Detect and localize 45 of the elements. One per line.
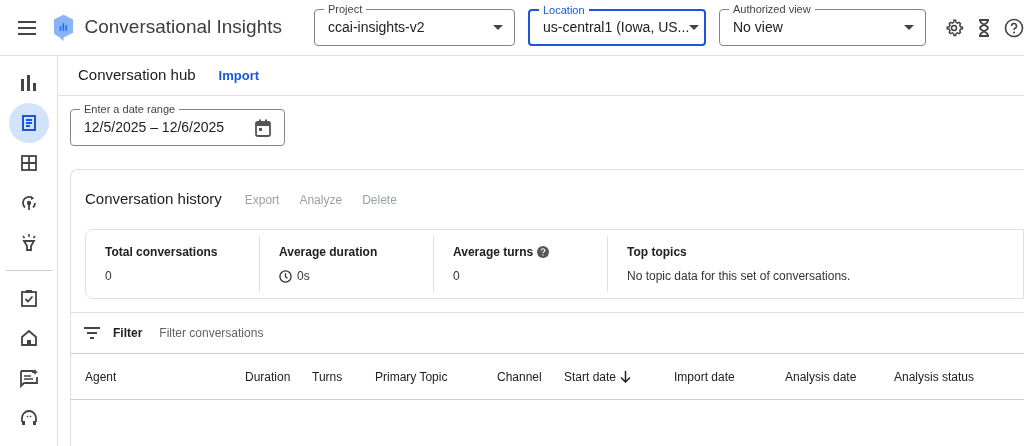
column-header[interactable]: Start date <box>564 367 674 386</box>
chat-sparkle-icon <box>18 368 39 388</box>
field-label: Location <box>539 3 589 17</box>
help-icon[interactable] <box>537 246 550 258</box>
section-title: Conversation history <box>85 189 222 210</box>
calendar-icon <box>255 118 271 137</box>
stat-label: Average turns <box>453 244 534 261</box>
import-link[interactable]: Import <box>218 65 260 86</box>
app-logo-icon <box>53 12 75 43</box>
stat-label: Average duration <box>279 244 378 261</box>
dropdown-caret-icon <box>689 25 700 30</box>
stat-value: 0 <box>453 268 460 285</box>
filter-icon[interactable] <box>84 327 100 339</box>
column-header[interactable]: Analysis status <box>894 367 1004 386</box>
sort-arrow-icon[interactable] <box>620 370 632 383</box>
grid-icon <box>18 153 39 173</box>
stat-value: 0 <box>105 268 112 285</box>
column-header[interactable]: Duration <box>245 367 312 386</box>
clock-icon <box>279 269 292 283</box>
column-header[interactable]: Primary Topic <box>375 367 497 386</box>
stat-label: Top topics <box>627 244 687 261</box>
bar-chart-icon <box>18 73 39 93</box>
stat-label: Total conversations <box>105 244 218 261</box>
filter-input[interactable]: Filter conversations <box>159 324 460 342</box>
help-icon[interactable] <box>1004 17 1024 38</box>
checklist-icon <box>18 288 39 308</box>
stat-value: 0s <box>297 268 310 285</box>
column-header[interactable]: Analysis date <box>785 367 894 386</box>
column-header[interactable]: Import date <box>674 367 785 386</box>
dropdown-caret-icon <box>493 25 503 30</box>
column-header[interactable]: Agent <box>85 367 245 386</box>
settings-icon[interactable] <box>944 17 964 38</box>
filter-label: Filter <box>113 325 143 342</box>
dropdown-caret-icon <box>904 25 914 30</box>
headset-icon <box>18 408 39 428</box>
stat-value: No topic data for this set of conversations. <box>627 268 851 285</box>
home-icon <box>18 328 39 348</box>
sidebar-item[interactable] <box>8 103 49 143</box>
field-label: Authorized view <box>729 2 815 16</box>
app-title: Conversational Insights <box>84 15 282 40</box>
field-label: Enter a date range <box>80 102 180 116</box>
column-header[interactable]: Turns <box>312 367 375 386</box>
field-label: Project <box>324 2 367 16</box>
column-header[interactable]: Channel <box>497 367 564 386</box>
page-title: Conversation hub <box>78 65 196 86</box>
